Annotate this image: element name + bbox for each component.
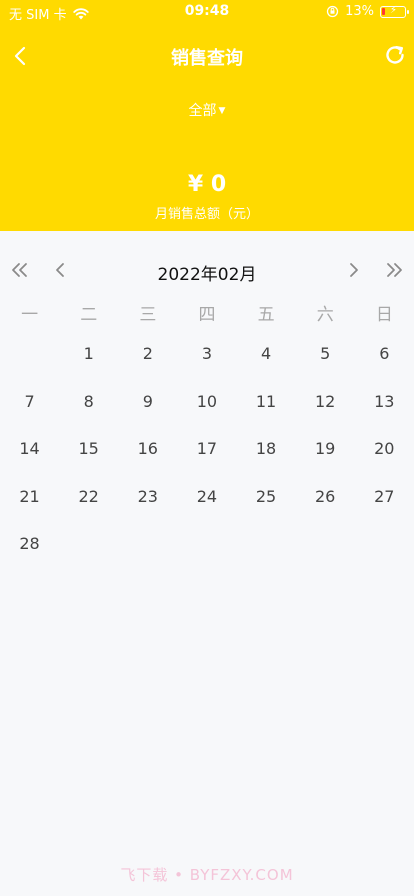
calendar-day[interactable]: 5 <box>296 342 355 390</box>
calendar-grid: 1 2 3 4 5 6 7 8 9 10 11 12 13 14 15 16 1… <box>0 342 414 580</box>
battery-icon: ⚡ <box>380 5 409 18</box>
caret-down-icon: ▼ <box>218 106 226 116</box>
calendar-day[interactable]: 14 <box>0 437 59 485</box>
category-filter-label: 全部 <box>188 103 217 119</box>
calendar-day[interactable]: 3 <box>177 342 236 390</box>
calendar-day[interactable]: 9 <box>118 390 177 438</box>
calendar-day[interactable]: 13 <box>355 390 414 438</box>
weekday-label: 三 <box>139 305 157 325</box>
calendar-day[interactable]: 17 <box>177 437 236 485</box>
chevron-right-icon <box>350 263 358 277</box>
weekday-label: 六 <box>316 305 334 325</box>
monthly-sales-amount: ¥ 0 <box>187 172 227 197</box>
weekday-label: 一 <box>21 305 39 325</box>
calendar-day[interactable]: 7 <box>0 390 59 438</box>
weekday-label: 四 <box>198 305 216 325</box>
calendar-day[interactable]: 10 <box>177 390 236 438</box>
weekday-label: 五 <box>257 305 275 325</box>
page-title: 销售查询 <box>171 48 243 69</box>
monthly-sales-label: 月销售总额（元） <box>154 207 259 222</box>
calendar-day[interactable]: 4 <box>237 342 296 390</box>
calendar-day[interactable]: 11 <box>237 390 296 438</box>
calendar-day[interactable]: 27 <box>355 485 414 533</box>
calendar-day[interactable]: 2 <box>118 342 177 390</box>
refresh-button[interactable] <box>382 42 408 68</box>
calendar-day[interactable]: 19 <box>296 437 355 485</box>
calendar-day[interactable]: 20 <box>355 437 414 485</box>
weekday-row: 一 二 三 四 五 六 日 <box>0 300 414 325</box>
calendar-day[interactable]: 23 <box>118 485 177 533</box>
status-right: 13% ⚡ <box>326 4 409 19</box>
calendar-day[interactable]: 26 <box>296 485 355 533</box>
orientation-lock-icon <box>326 5 339 18</box>
calendar-day[interactable]: 1 <box>59 342 118 390</box>
category-filter[interactable]: 全部 ▼ <box>0 100 414 120</box>
calendar-day[interactable]: 16 <box>118 437 177 485</box>
next-year-button[interactable] <box>382 258 406 282</box>
weekday-label: 二 <box>80 305 98 325</box>
calendar-day[interactable]: 12 <box>296 390 355 438</box>
calendar-day[interactable]: 8 <box>59 390 118 438</box>
refresh-icon <box>386 46 404 64</box>
double-chevron-right-icon <box>387 263 402 277</box>
calendar-day[interactable]: 25 <box>237 485 296 533</box>
calendar-day[interactable]: 15 <box>59 437 118 485</box>
calendar-day[interactable]: 24 <box>177 485 236 533</box>
status-bar: 无 SIM 卡 09:48 13% ⚡ <box>0 0 414 24</box>
watermark: 飞下载 • BYFZXY.COM <box>120 866 294 884</box>
weekday-label: 日 <box>375 305 393 325</box>
battery-percent: 13% <box>345 4 374 19</box>
calendar-day-empty <box>0 342 59 390</box>
calendar-day[interactable]: 28 <box>0 532 59 580</box>
calendar-header: 2022年02月 <box>0 256 414 285</box>
calendar-day[interactable]: 6 <box>355 342 414 390</box>
next-month-button[interactable] <box>342 258 366 282</box>
calendar-day[interactable]: 18 <box>237 437 296 485</box>
calendar-day[interactable]: 22 <box>59 485 118 533</box>
calendar-day[interactable]: 21 <box>0 485 59 533</box>
